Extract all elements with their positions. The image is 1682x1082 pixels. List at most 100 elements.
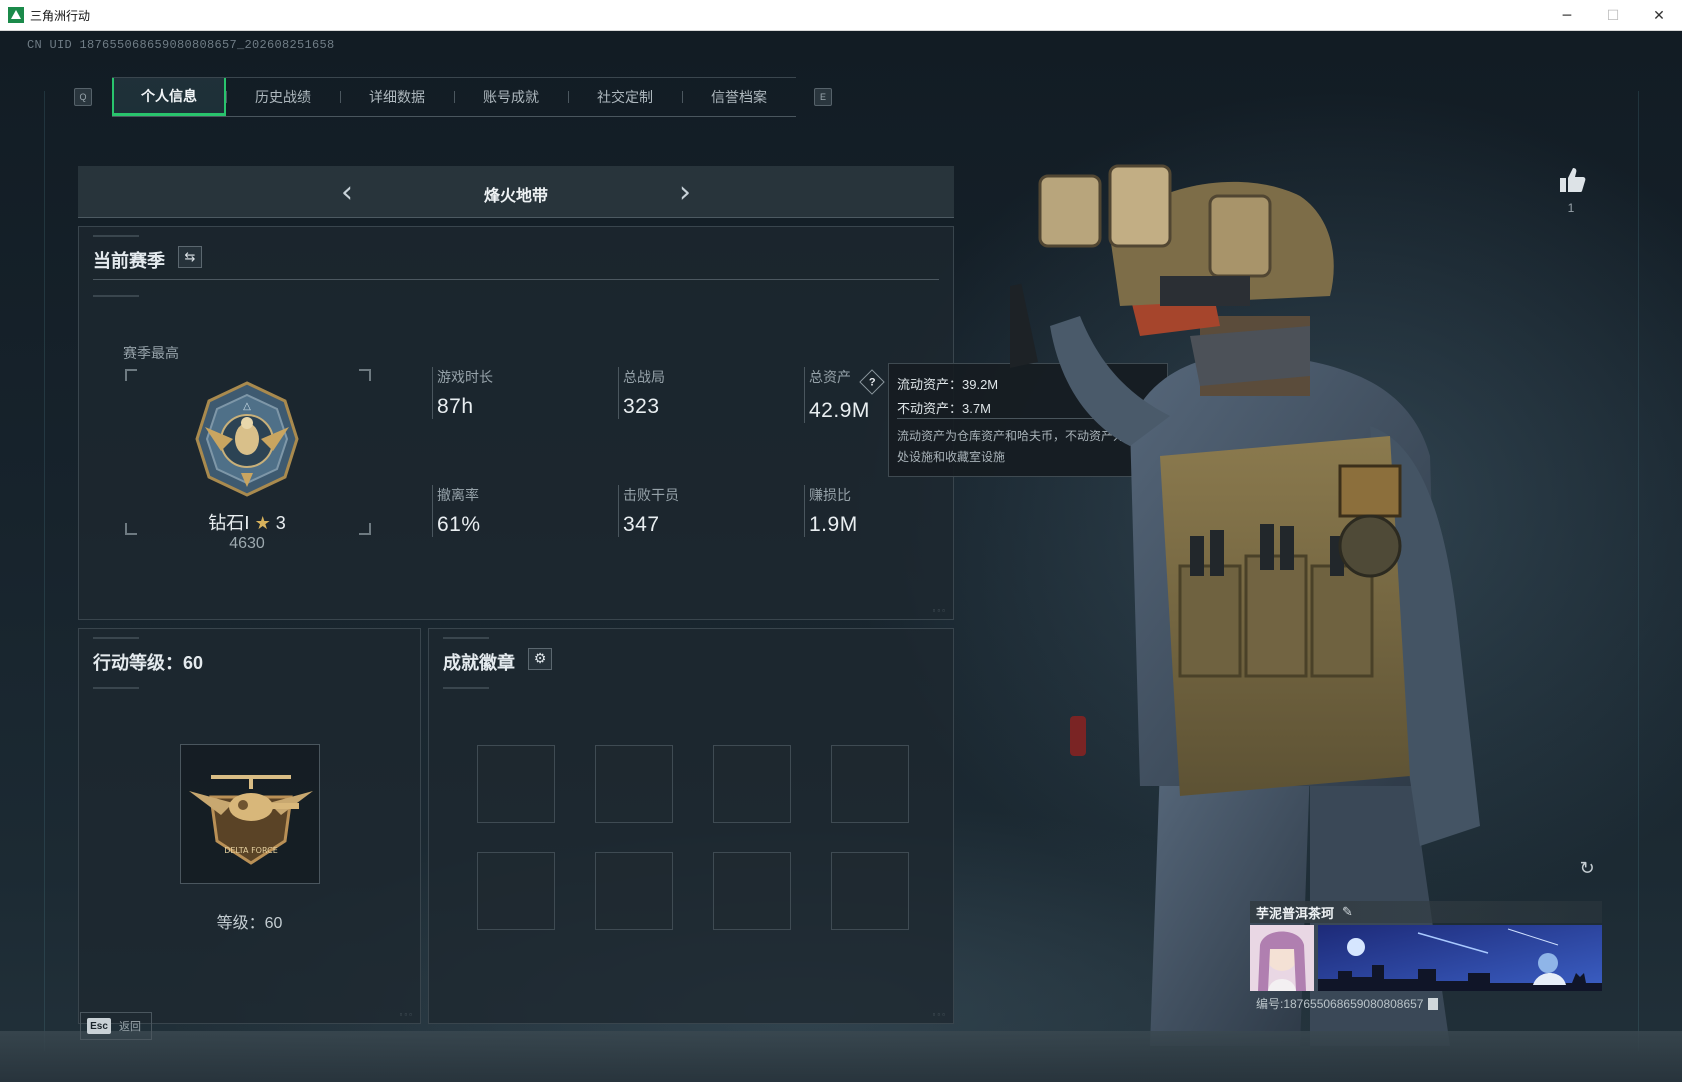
tab-account-achievements[interactable]: 账号成就 [454,78,568,116]
gear-icon[interactable]: ⚙ [528,648,552,670]
panel-decoration: ▫▫▫ [932,606,947,615]
badge-slot[interactable] [831,852,909,930]
name-card-banner-image [1318,925,1602,991]
stat-label: 总资产 ? [809,367,885,395]
divider [93,279,939,280]
badge-slot[interactable] [595,852,673,930]
tab-detailed-data[interactable]: 详细数据 [340,78,454,116]
achievement-badges-panel: 成就徽章 ⚙ ▫▫▫ [428,628,954,1024]
badge-slot[interactable] [713,852,791,930]
rank-diamond-emblem-icon: △ [195,381,299,497]
esc-key-hint: Esc [87,1018,111,1034]
stat-total-assets: 总资产 ? 42.9M [804,367,885,423]
tab-credit-record[interactable]: 信誉档案 [682,78,796,116]
level-text: 等级：60 [216,915,283,932]
player-id: 编号:18765506865908080​8657 [1256,997,1424,1011]
svg-text:△: △ [243,401,251,412]
help-icon[interactable]: ? [859,369,885,395]
edit-pencil-icon[interactable]: ✎ [1342,905,1353,920]
back-label: 返回 [119,1021,141,1033]
player-name: 芋泥普洱茶珂 [1256,905,1335,921]
level-title: 行动等级：60 [93,653,204,673]
stat-profit-loss-ratio: 赚损比 1.9M [804,485,858,537]
stat-value: 347 [623,513,660,536]
panel-decoration [93,235,139,237]
stat-label: 撤离率 [437,487,479,503]
badge-slot[interactable] [595,745,673,823]
player-id-row: 编号:18765506865908080​8657 [1256,995,1438,1012]
chevron-right-icon[interactable]: › [670,175,700,210]
game-viewport: CN UID 18765506865908080​8657_2026082516… [0,31,1682,1082]
frame-corner [359,369,371,381]
card-header: 芋泥普洱茶珂 ✎ [1250,901,1602,923]
svg-text:DELTA FORCE: DELTA FORCE [224,846,278,855]
close-button[interactable]: ✕ [1636,0,1682,31]
frame-corner [359,523,371,535]
maximize-button[interactable]: ☐ [1590,0,1636,31]
hud-line [1638,91,1639,1051]
panel-decoration [443,637,489,639]
avatar[interactable] [1250,925,1314,991]
star-icon: ★ [254,513,271,534]
stat-label: 赚损比 [809,487,851,503]
like-count: 1 [1567,201,1575,215]
tab-match-history[interactable]: 历史战绩 [226,78,340,116]
hud-line [44,91,45,1051]
mode-label: 烽火地带 [483,188,548,205]
level-panel: 行动等级：60 DELTA FORCE 等级：60 ▫▫▫ [78,628,421,1024]
uid-text: CN UID 18765506865908080​8657_2026082516… [27,38,335,52]
back-button[interactable]: Esc 返回 [80,1012,152,1040]
stat-label: 游戏时长 [437,369,493,385]
season-panel: 当前赛季 ⇆ 赛季最高 △ 钻石Ⅰ ★ 3 4630 游戏时长 87h 总战局 … [78,226,954,620]
season-title: 当前赛季 [93,251,165,271]
tooltip-fixed-assets: 不动资产：3.7M [897,401,991,416]
minimize-button[interactable]: ─ [1544,0,1590,31]
stat-label: 击败干员 [623,487,679,503]
badge-slot[interactable] [713,745,791,823]
stat-operators-defeated: 击败干员 347 [618,485,679,537]
refresh-icon[interactable]: ↻ [1576,857,1598,879]
stat-value: 323 [623,395,660,418]
panel-decoration [443,687,489,689]
rank-name: 钻石Ⅰ ★ 3 [175,509,319,535]
badge-slot[interactable] [477,745,555,823]
frame-corner [125,369,137,381]
panel-decoration: ▫▫▫ [932,1010,947,1019]
tab-social-customization[interactable]: 社交定制 [568,78,682,116]
panel-decoration [93,637,139,639]
copy-icon[interactable] [1427,997,1438,1010]
badges-title: 成就徽章 [443,653,515,673]
stat-label-text: 总资产 [809,369,851,385]
window-controls: ─ ☐ ✕ [1544,0,1682,31]
rank-points: 4630 [229,535,265,552]
stat-value: 61% [437,513,481,536]
panel-decoration [93,295,139,297]
panel-decoration: ▫▫▫ [399,1010,414,1019]
window-title: 三角洲行动 [30,8,91,23]
stat-total-matches: 总战局 323 [618,367,665,419]
panel-decoration [93,687,139,689]
swap-season-icon[interactable]: ⇆ [178,246,202,268]
mode-selector: ‹ 烽火地带 › [78,166,954,218]
stat-value: 1.9M [809,513,858,536]
player-name-card[interactable]: 芋泥普洱茶珂 ✎ 编号:18765506 [1250,901,1602,1021]
badge-slot[interactable] [477,852,555,930]
rank-tier: 钻石Ⅰ [208,513,250,533]
window-titlebar: 三角洲行动 ─ ☐ ✕ [0,0,1682,31]
stat-label: 总战局 [623,369,665,385]
bottom-strip [0,1031,1682,1082]
app-logo-icon [8,7,24,23]
next-tab-key-hint[interactable]: E [814,88,832,106]
thumbs-up-icon[interactable] [1557,165,1587,195]
tab-list: 个人信息 历史战绩 详细数据 账号成就 社交定制 信誉档案 [112,77,796,117]
stat-play-time: 游戏时长 87h [432,367,493,419]
tooltip-liquid-assets: 流动资产：39.2M [897,377,999,392]
badge-slot[interactable] [831,745,909,823]
frame-corner [125,523,137,535]
level-badge-frame: DELTA FORCE [180,744,320,884]
tab-personal-info[interactable]: 个人信息 [112,78,226,116]
prev-tab-key-hint[interactable]: Q [74,88,92,106]
stat-value: 87h [437,395,474,418]
rank-stars: 3 [275,513,286,533]
season-best-label: 赛季最高 [123,345,179,361]
